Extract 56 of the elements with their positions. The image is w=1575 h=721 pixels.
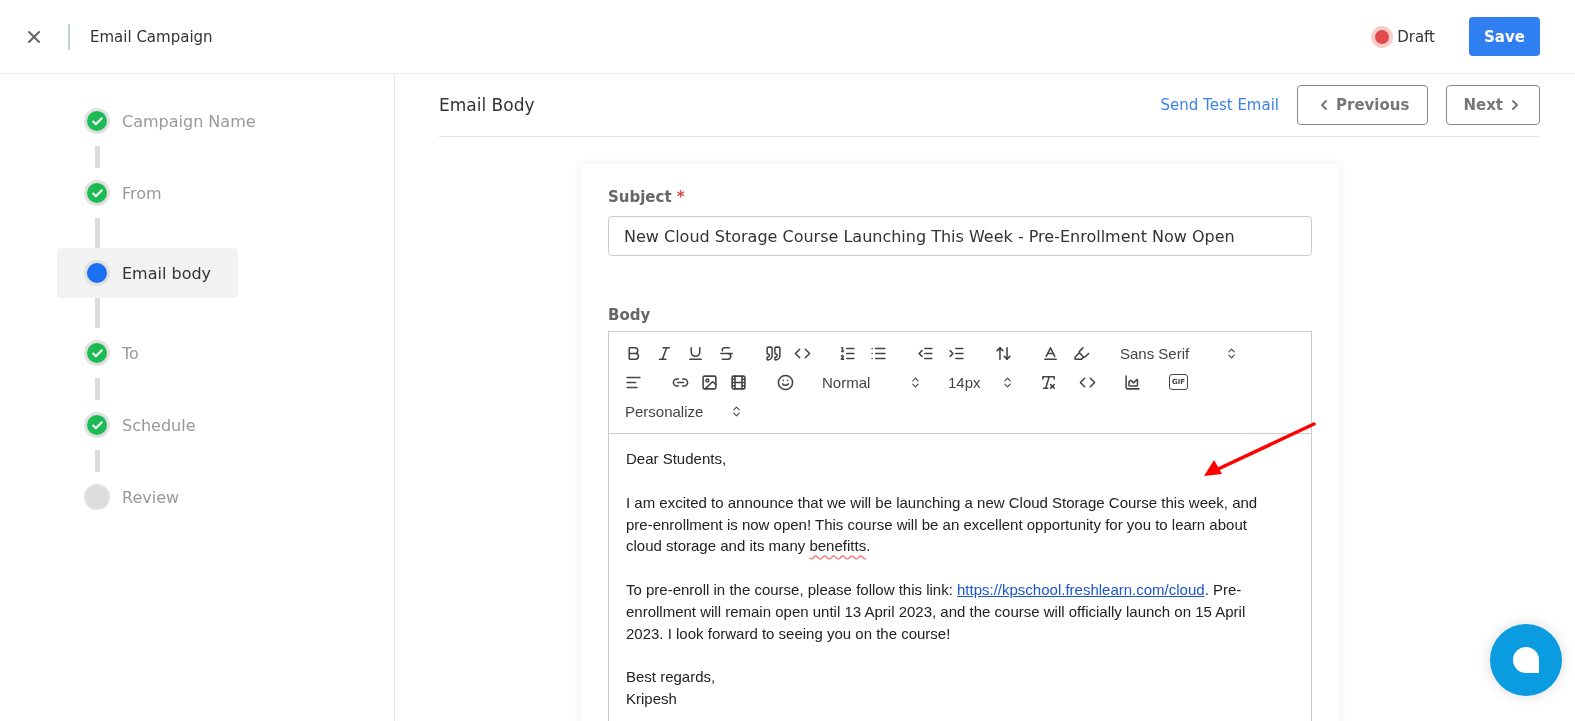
up-down-chevron-icon — [1001, 375, 1014, 389]
numbered-list-icon[interactable] — [839, 344, 856, 362]
strikethrough-icon[interactable] — [718, 344, 735, 362]
subject-field[interactable]: New Cloud Storage Course Launching This Week - Pre-Enrollment Now Open — [608, 216, 1312, 256]
bold-icon[interactable] — [625, 344, 642, 362]
field-label: Subject * — [608, 188, 686, 206]
page-title: Email Campaign — [90, 27, 214, 46]
step-label: Campaign Name — [122, 111, 256, 131]
course-link[interactable]: https://kpschool.freshlearn.com/cloud — [957, 581, 1205, 598]
status-label: Draft — [1397, 27, 1435, 46]
underline-icon[interactable] — [687, 344, 704, 362]
previous-button[interactable]: Previous — [1297, 85, 1429, 125]
step-connector — [95, 146, 100, 168]
section-title: Email Body — [439, 95, 536, 115]
step-item[interactable]: Campaign Name — [57, 96, 276, 146]
send-test-email-link[interactable]: Send Test Email — [1160, 96, 1279, 114]
up-down-chevron-icon — [909, 375, 922, 389]
step-item[interactable]: Schedule — [57, 400, 238, 450]
italic-icon[interactable] — [656, 344, 673, 362]
highlight-icon[interactable] — [1073, 344, 1090, 362]
line-height-icon[interactable] — [995, 344, 1012, 362]
clear-format-icon[interactable] — [1040, 373, 1057, 391]
up-down-chevron-icon — [1225, 346, 1238, 360]
step-item[interactable]: To — [57, 328, 238, 378]
step-connector — [95, 450, 100, 472]
step-item[interactable]: Review — [57, 472, 238, 522]
image-icon[interactable] — [701, 373, 718, 391]
chat-bubble-icon — [1512, 646, 1540, 674]
heading-select[interactable]: Normal — [822, 373, 922, 391]
quote-icon[interactable] — [765, 344, 782, 362]
up-down-chevron-icon — [730, 404, 743, 418]
step-connector — [95, 298, 100, 328]
paragraph: To pre-enroll in the course, please follow this link: https://kpschool.freshlearn.com/cloud. Pre-enrollment will remain open until 13 April 2023, and the course will officially launch on 15 April 2023. I look forward to seeing you on the course! — [626, 580, 1247, 644]
step-item[interactable]: From — [57, 168, 238, 218]
video-icon[interactable] — [730, 373, 747, 391]
next-button[interactable]: Next — [1446, 85, 1540, 125]
step-label: From — [122, 183, 162, 203]
size-select[interactable]: 14px — [948, 373, 1014, 391]
font-select[interactable]: Sans Serif — [1120, 344, 1238, 362]
chart-icon[interactable] — [1124, 373, 1141, 391]
chat-button[interactable] — [1490, 624, 1562, 696]
step-item[interactable]: Email body — [57, 248, 238, 298]
paragraph: I am excited to announce that we will be launching a new Cloud Storage Course this week, and pre-enrollment is now open! This course will be an excellent opportunity for you to learn about cloud storage and its many benefitts. — [626, 492, 1259, 557]
text-color-icon[interactable] — [1042, 344, 1059, 362]
step-connector — [95, 378, 100, 400]
step-label: Schedule — [122, 415, 196, 435]
step-label: Review — [122, 487, 180, 507]
paragraph: Dear Students, — [626, 449, 728, 469]
step-label: Email body — [122, 263, 212, 283]
personalize-select[interactable]: Personalize — [625, 402, 743, 420]
emoji-icon[interactable] — [777, 373, 794, 391]
paragraph: Best regards, Kripesh — [626, 667, 717, 709]
step-label: To — [122, 343, 139, 363]
save-button[interactable]: Save — [1469, 17, 1540, 56]
step-connector — [95, 218, 100, 248]
field-label: Body — [608, 306, 652, 324]
